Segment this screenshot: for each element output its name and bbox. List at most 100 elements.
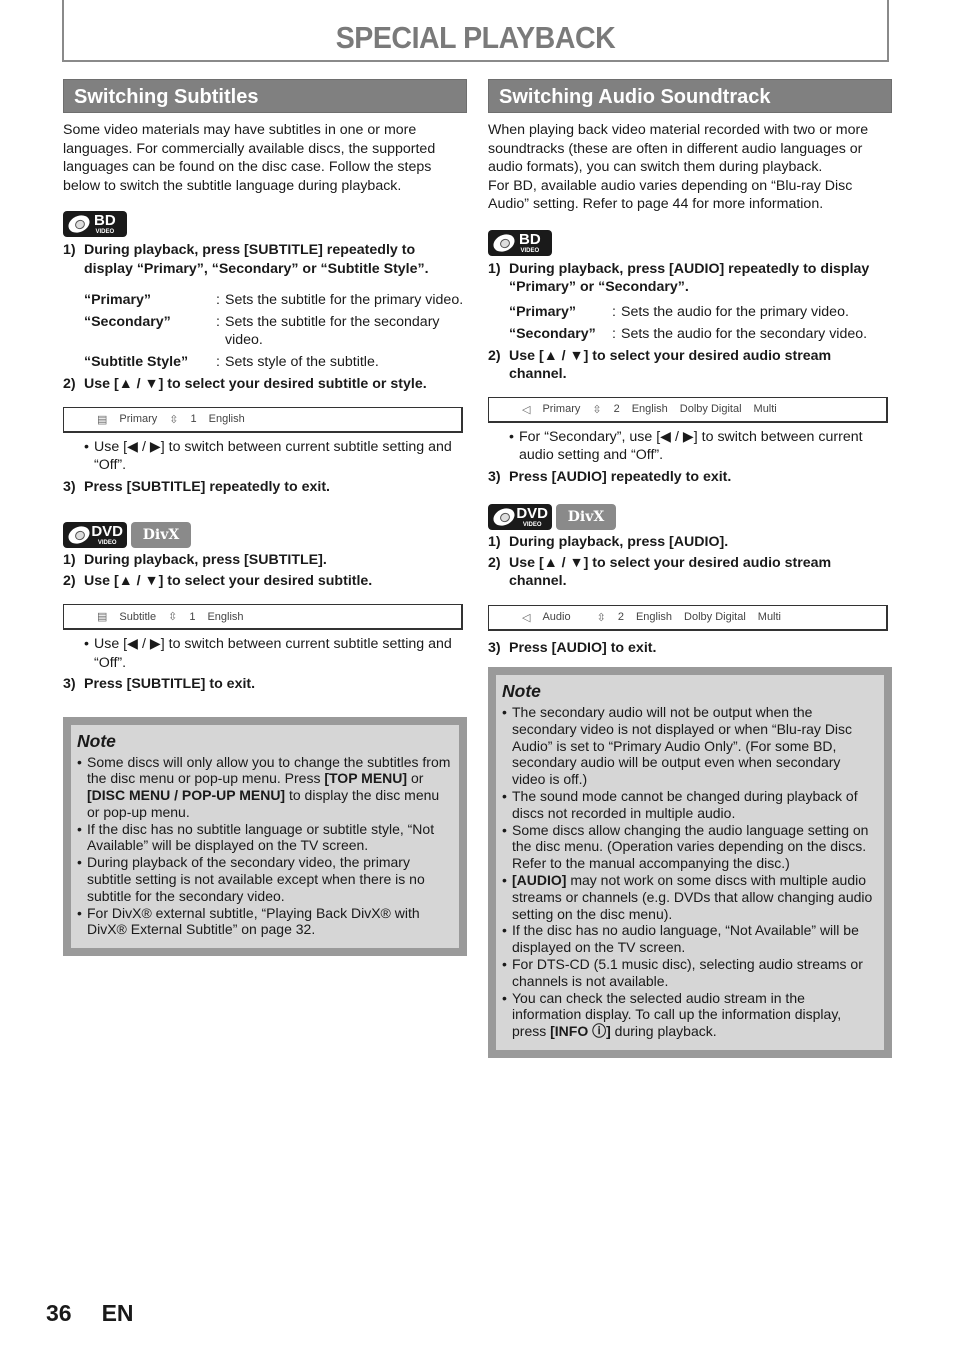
bullet-dot: • (84, 438, 89, 455)
note-item: • Some discs will only allow you to chan… (77, 754, 451, 821)
badge-sublabel: VIDEO (97, 540, 117, 546)
info-key: [INFO ⓘ] (550, 1023, 611, 1040)
up-down-icon: ⇳ (169, 413, 179, 426)
note-item: • For DTS-CD (5.1 music disc), selecting… (502, 956, 876, 990)
badge-sublabel: VIDEO (95, 229, 115, 235)
step-text: During playback, press [AUDIO]. (509, 534, 729, 550)
osd-label: Audio (542, 611, 571, 623)
bullet-dot: • (502, 704, 507, 720)
definition-row: “Secondary” : Sets the audio for the seco… (509, 325, 868, 342)
osd-format: Dolby Digital (684, 611, 746, 623)
section-heading: Switching Subtitles (63, 79, 467, 113)
definition-term: “Secondary” (84, 314, 171, 330)
badge-sublabel: VIDEO (520, 247, 540, 254)
audio-section: Switching Audio Soundtrack When playing … (488, 79, 892, 1058)
note-text: If the disc has no audio language, “Not … (512, 922, 859, 956)
bullet-dot: • (77, 753, 82, 770)
audio-note-box: Note • The secondary audio will not be o… (488, 667, 892, 1058)
step-text: During playback, press [SUBTITLE] repeat… (84, 242, 429, 277)
step-number: 3) (63, 676, 76, 692)
subtitle-icon: ▤ (97, 611, 108, 623)
disc-menu-key: [DISC MENU / POP-UP MENU] (87, 787, 286, 804)
osd-format: Dolby Digital (679, 403, 742, 415)
note-text: During playback of the secondary video, … (87, 854, 425, 904)
step-2: 2) Use [▲ / ▼] to select your desired su… (63, 375, 467, 394)
bullet-dot: • (502, 922, 507, 939)
step-1: 1) During playback, press [SUBTITLE] rep… (63, 241, 467, 278)
osd-index: 1 (189, 610, 196, 623)
step-number: 3) (488, 639, 501, 656)
badge-sublabel: VIDEO (522, 522, 542, 528)
section-heading: Switching Audio Soundtrack (488, 79, 892, 113)
step-text: Press [AUDIO] repeatedly to exit. (509, 468, 732, 485)
badge-label: BD (519, 230, 541, 248)
step-2: 2) Use [▲ / ▼] to select your desired au… (488, 347, 892, 384)
bullet-text: Use [◀ / ▶] to switch between current su… (94, 636, 452, 671)
step-1: 1) During playback, press [AUDIO]. (488, 533, 892, 552)
disc-icon (67, 214, 91, 234)
osd-language: English (635, 611, 673, 623)
bullet-dot: • (77, 820, 82, 837)
divx-badge: DivX (131, 522, 191, 548)
definition-term: “Primary” (509, 303, 577, 320)
osd-subtitle-primary: ▤ Primary ⇳ 1 English (63, 406, 463, 433)
bullet-dot: • (509, 428, 514, 445)
bullet-dot: • (502, 871, 507, 888)
top-menu-key: [TOP MENU] (324, 770, 408, 787)
note-text: The secondary audio will not be output w… (512, 704, 853, 788)
page-number: 36 (46, 1300, 72, 1326)
definition-row: “Primary” : Sets the audio for the primar… (509, 303, 849, 320)
subtitle-note-box: Note • Some discs will only allow you to… (63, 716, 467, 957)
bd-video-badges: BD VIDEO (488, 229, 892, 256)
osd-audio-primary: ◁ Primary ⇳ 2 English Dolby Digital Mult… (488, 396, 888, 423)
note-text: The sound mode cannot be changed during … (512, 787, 858, 821)
note-item: • If the disc has no audio language, “No… (502, 922, 876, 956)
bullet-dot: • (77, 854, 82, 871)
bullet-dot: • (84, 636, 89, 652)
subtitle-icon: ▤ (97, 413, 108, 426)
badge-label: DVD (91, 523, 123, 540)
audio-key: [AUDIO] (512, 871, 567, 888)
osd-index: 1 (190, 413, 197, 425)
definitions: “Primary” : Sets the subtitle for the pri… (84, 291, 467, 371)
note-item: • Some discs allow changing the audio la… (502, 822, 876, 872)
up-down-icon: ⇳ (596, 611, 606, 624)
step-text: Press [AUDIO] to exit. (509, 639, 657, 656)
definition-desc: Sets the audio for the primary video. (621, 303, 849, 320)
bullet-dot: • (502, 787, 507, 804)
step-text: Use [▲ / ▼] to select your desired subti… (84, 572, 373, 589)
bd-video-badge: BD VIDEO (488, 229, 552, 256)
definition-desc: Sets the subtitle for the secondary vide… (225, 314, 440, 348)
osd-channels: Multi (757, 611, 782, 623)
note-item: • You can check the selected audio strea… (502, 990, 876, 1040)
osd-channels: Multi (753, 403, 777, 415)
speaker-icon: ◁ (522, 611, 531, 624)
intro-text: When playing back video material recorde… (488, 122, 869, 175)
osd-language: English (208, 413, 245, 425)
intro-text-bd: For BD, available audio varies depending… (488, 177, 853, 213)
disc-icon (67, 525, 88, 545)
page-title-box: SPECIAL PLAYBACK (62, 0, 889, 62)
osd-audio: ◁ Audio ⇳ 2 English Dolby Digital Multi (488, 604, 888, 631)
language-code: EN (101, 1300, 134, 1326)
definitions: “Primary” : Sets the audio for the primar… (509, 303, 892, 343)
step-2: 2) Use [▲ / ▼] to select your desired au… (488, 554, 892, 591)
osd-index: 2 (613, 403, 620, 415)
bullet-item: • Use [◀ / ▶] to switch between current … (84, 635, 467, 672)
speaker-icon: ◁ (522, 403, 531, 416)
step-text: Press [SUBTITLE] repeatedly to exit. (84, 478, 330, 495)
step-1: 1) During playback, press [SUBTITLE]. (63, 551, 467, 570)
definition-term: “Subtitle Style” (84, 354, 189, 370)
note-text: Some discs allow changing the audio lang… (512, 821, 869, 872)
dvd-video-badge: DVD VIDEO (488, 504, 552, 530)
disc-icon (492, 233, 516, 253)
osd-label: Primary (542, 403, 581, 415)
step-text: Use [▲ / ▼] to select your desired audio… (509, 554, 832, 590)
step-2: 2) Use [▲ / ▼] to select your desired su… (63, 572, 467, 591)
note-item: • If the disc has no subtitle language o… (77, 821, 451, 855)
step-3: 3) Press [SUBTITLE] repeatedly to exit. (63, 478, 467, 497)
note-text: may not work on some discs with multiple… (512, 871, 873, 922)
step-number: 1) (63, 242, 76, 258)
step-text: During playback, press [SUBTITLE]. (84, 552, 327, 568)
definition-term: “Secondary” (509, 325, 596, 342)
